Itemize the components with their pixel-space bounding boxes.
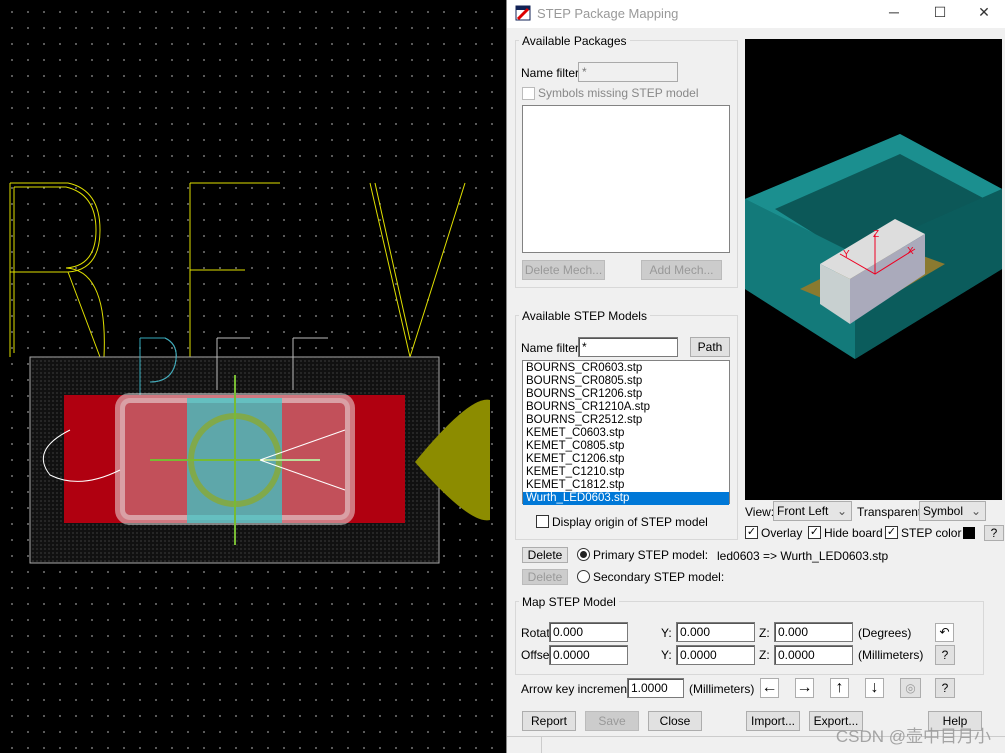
secondary-radio[interactable] xyxy=(577,570,590,583)
pcb-canvas[interactable] xyxy=(0,0,506,753)
label: Transparent: xyxy=(857,505,925,519)
add-mech-button[interactable]: Add Mech... xyxy=(641,260,722,280)
delete-primary-button[interactable]: Delete xyxy=(522,547,568,563)
arrow-down-icon[interactable]: ↓ xyxy=(865,678,884,698)
list-item[interactable]: BOURNS_CR0805.stp xyxy=(523,375,729,388)
path-button[interactable]: Path xyxy=(690,337,730,357)
model-name-filter-input[interactable]: * xyxy=(578,337,678,357)
symbols-missing-checkbox[interactable] xyxy=(522,87,535,100)
svg-text:X: X xyxy=(907,246,914,257)
close-button[interactable]: Close xyxy=(648,711,702,731)
close-icon[interactable]: ✕ xyxy=(969,4,999,21)
step-color-swatch[interactable] xyxy=(963,527,975,539)
list-item[interactable]: KEMET_C1812.stp xyxy=(523,479,729,492)
group-label: Available Packages xyxy=(519,34,630,48)
label: Arrow key increment: xyxy=(521,682,634,696)
rotation-x-input[interactable]: 0.000 xyxy=(549,622,628,642)
list-item[interactable]: KEMET_C0603.stp xyxy=(523,427,729,440)
svg-text:Y: Y xyxy=(843,249,850,260)
label: Primary STEP model: xyxy=(593,548,709,562)
packages-list[interactable] xyxy=(522,105,730,253)
label: Secondary STEP model: xyxy=(593,570,725,584)
label: Name filter: xyxy=(521,66,583,80)
primary-radio[interactable] xyxy=(577,548,590,561)
import-button[interactable]: Import... xyxy=(746,711,800,731)
group-label: Available STEP Models xyxy=(519,309,650,323)
chevron-down-icon: ⌄ xyxy=(970,504,981,518)
label: Y: xyxy=(661,626,672,640)
list-item-selected[interactable]: Wurth_LED0603.stp xyxy=(523,492,729,505)
reset-rotation-icon[interactable]: ↶ xyxy=(935,623,954,642)
map-help-button[interactable]: ? xyxy=(935,645,955,665)
arrow-left-icon[interactable]: ← xyxy=(760,678,779,698)
report-button[interactable]: Report xyxy=(522,711,576,731)
offset-y-input[interactable]: 0.0000 xyxy=(676,645,755,665)
transparent-select[interactable]: Symbol ⌄ xyxy=(919,501,986,521)
rotation-y-input[interactable]: 0.000 xyxy=(676,622,755,642)
transparent-value: Symbol xyxy=(923,504,964,518)
status-bar-separator xyxy=(541,737,542,753)
delete-mech-button[interactable]: Delete Mech... xyxy=(522,260,605,280)
label: (Millimeters) xyxy=(858,648,924,662)
delete-secondary-button[interactable]: Delete xyxy=(522,569,568,585)
label: Hide board xyxy=(824,526,883,540)
list-item[interactable]: KEMET_C1210.stp xyxy=(523,466,729,479)
step-color-checkbox[interactable]: ✓ xyxy=(885,526,898,539)
label: STEP color xyxy=(901,526,962,540)
list-item[interactable]: BOURNS_CR0603.stp xyxy=(523,362,729,375)
window-title: STEP Package Mapping xyxy=(537,6,679,21)
package-name-filter-input[interactable]: * xyxy=(578,62,678,82)
list-item[interactable]: BOURNS_CR1206.stp xyxy=(523,388,729,401)
list-item[interactable]: KEMET_C1206.stp xyxy=(523,453,729,466)
label: Z: xyxy=(759,626,770,640)
label: Z: xyxy=(759,648,770,662)
svg-text:Z: Z xyxy=(873,229,879,240)
overlay-checkbox[interactable]: ✓ xyxy=(745,526,758,539)
arrow-up-icon[interactable]: ↑ xyxy=(830,678,849,698)
list-item[interactable]: KEMET_C0805.stp xyxy=(523,440,729,453)
view-help-button[interactable]: ? xyxy=(984,525,1004,541)
view-value: Front Left xyxy=(777,504,829,518)
save-button[interactable]: Save xyxy=(585,711,639,731)
hide-board-checkbox[interactable]: ✓ xyxy=(808,526,821,539)
ref-text-large xyxy=(9,182,466,359)
watermark: CSDN @壶中目月小 xyxy=(835,727,991,746)
arrow-increment-input[interactable]: 1.0000 xyxy=(627,678,684,698)
view-eye-icon[interactable]: ◎ xyxy=(900,678,921,698)
step-models-list[interactable]: BOURNS_CR0603.stp BOURNS_CR0805.stp BOUR… xyxy=(522,360,730,505)
label: (Millimeters) xyxy=(689,682,755,696)
display-origin-checkbox[interactable] xyxy=(536,515,549,528)
step-package-mapping-dialog: STEP Package Mapping ─ ☐ ✕ Available Pac… xyxy=(506,0,1005,753)
title-bar: STEP Package Mapping ─ ☐ ✕ xyxy=(507,0,1005,28)
arrow-right-icon[interactable]: → xyxy=(795,678,814,698)
view-select[interactable]: Front Left ⌄ xyxy=(773,501,852,521)
arrow-help-button[interactable]: ? xyxy=(935,678,955,698)
primary-model-value: led0603 => Wurth_LED0603.stp xyxy=(717,549,889,563)
label: Symbols missing STEP model xyxy=(538,86,699,100)
rotation-z-input[interactable]: 0.000 xyxy=(774,622,853,642)
label: Overlay xyxy=(761,526,803,540)
label: Y: xyxy=(661,648,672,662)
label: Display origin of STEP model xyxy=(552,515,708,529)
label: View: xyxy=(745,505,775,519)
maximize-icon[interactable]: ☐ xyxy=(925,4,955,21)
offset-z-input[interactable]: 0.0000 xyxy=(774,645,853,665)
group-label: Map STEP Model xyxy=(519,595,619,609)
minimize-icon[interactable]: ─ xyxy=(879,4,909,20)
3d-model-render: Y Z X xyxy=(745,134,1002,359)
list-item[interactable]: BOURNS_CR1210A.stp xyxy=(523,401,729,414)
list-item[interactable]: BOURNS_CR2512.stp xyxy=(523,414,729,427)
label: (Degrees) xyxy=(858,626,912,640)
label: Name filter: xyxy=(521,341,583,355)
offset-x-input[interactable]: 0.0000 xyxy=(549,645,628,665)
3d-preview[interactable]: Y Z X xyxy=(745,39,1002,500)
chevron-down-icon: ⌄ xyxy=(836,504,847,518)
app-icon xyxy=(515,5,531,21)
footprint-drawing xyxy=(9,182,490,564)
